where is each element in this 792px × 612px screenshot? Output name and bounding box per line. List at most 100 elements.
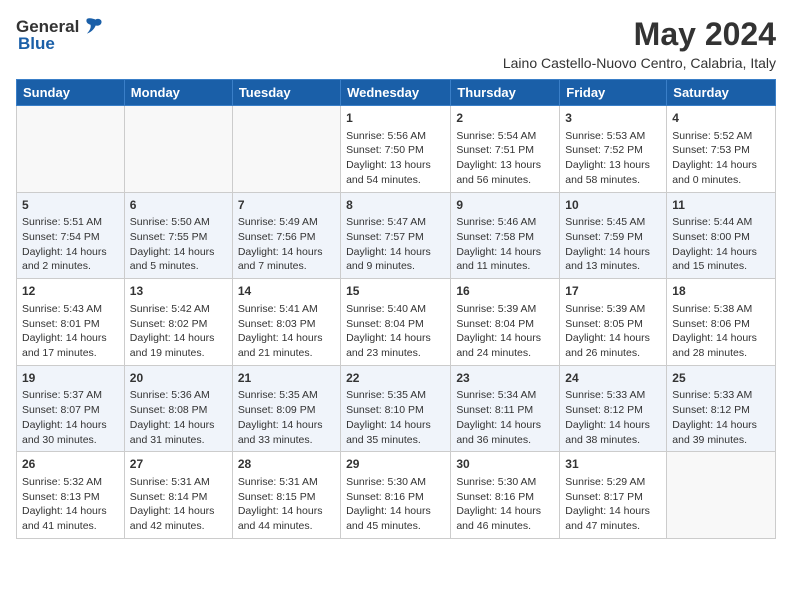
col-saturday: Saturday — [667, 80, 776, 106]
sunrise-text: Sunrise: 5:50 AM — [130, 215, 227, 230]
calendar-header-row: Sunday Monday Tuesday Wednesday Thursday… — [17, 80, 776, 106]
sunrise-text: Sunrise: 5:34 AM — [456, 388, 554, 403]
calendar-cell: 3Sunrise: 5:53 AMSunset: 7:52 PMDaylight… — [560, 106, 667, 193]
daylight-text: Daylight: 14 hours and 42 minutes. — [130, 504, 227, 533]
sunrise-text: Sunrise: 5:32 AM — [22, 475, 119, 490]
calendar-cell: 1Sunrise: 5:56 AMSunset: 7:50 PMDaylight… — [341, 106, 451, 193]
location-title: Laino Castello-Nuovo Centro, Calabria, I… — [503, 55, 776, 71]
day-number: 7 — [238, 197, 335, 214]
daylight-text: Daylight: 14 hours and 17 minutes. — [22, 331, 119, 360]
daylight-text: Daylight: 13 hours and 58 minutes. — [565, 158, 661, 187]
calendar-cell: 9Sunrise: 5:46 AMSunset: 7:58 PMDaylight… — [451, 192, 560, 279]
daylight-text: Daylight: 14 hours and 31 minutes. — [130, 418, 227, 447]
col-wednesday: Wednesday — [341, 80, 451, 106]
daylight-text: Daylight: 14 hours and 23 minutes. — [346, 331, 445, 360]
day-number: 22 — [346, 370, 445, 387]
month-title: May 2024 — [503, 16, 776, 53]
calendar-cell: 30Sunrise: 5:30 AMSunset: 8:16 PMDayligh… — [451, 452, 560, 539]
day-number: 20 — [130, 370, 227, 387]
daylight-text: Daylight: 13 hours and 54 minutes. — [346, 158, 445, 187]
calendar-cell: 12Sunrise: 5:43 AMSunset: 8:01 PMDayligh… — [17, 279, 125, 366]
sunrise-text: Sunrise: 5:39 AM — [456, 302, 554, 317]
sunrise-text: Sunrise: 5:49 AM — [238, 215, 335, 230]
sunrise-text: Sunrise: 5:30 AM — [346, 475, 445, 490]
calendar-cell: 16Sunrise: 5:39 AMSunset: 8:04 PMDayligh… — [451, 279, 560, 366]
daylight-text: Daylight: 14 hours and 15 minutes. — [672, 245, 770, 274]
sunset-text: Sunset: 8:05 PM — [565, 317, 661, 332]
sunrise-text: Sunrise: 5:47 AM — [346, 215, 445, 230]
daylight-text: Daylight: 14 hours and 5 minutes. — [130, 245, 227, 274]
day-number: 4 — [672, 110, 770, 127]
sunrise-text: Sunrise: 5:33 AM — [565, 388, 661, 403]
sunrise-text: Sunrise: 5:30 AM — [456, 475, 554, 490]
day-number: 31 — [565, 456, 661, 473]
calendar-cell — [17, 106, 125, 193]
calendar-cell: 20Sunrise: 5:36 AMSunset: 8:08 PMDayligh… — [124, 365, 232, 452]
col-monday: Monday — [124, 80, 232, 106]
daylight-text: Daylight: 14 hours and 13 minutes. — [565, 245, 661, 274]
calendar-cell: 25Sunrise: 5:33 AMSunset: 8:12 PMDayligh… — [667, 365, 776, 452]
sunrise-text: Sunrise: 5:39 AM — [565, 302, 661, 317]
day-number: 19 — [22, 370, 119, 387]
sunrise-text: Sunrise: 5:38 AM — [672, 302, 770, 317]
daylight-text: Daylight: 14 hours and 36 minutes. — [456, 418, 554, 447]
day-number: 18 — [672, 283, 770, 300]
daylight-text: Daylight: 13 hours and 56 minutes. — [456, 158, 554, 187]
day-number: 17 — [565, 283, 661, 300]
sunrise-text: Sunrise: 5:29 AM — [565, 475, 661, 490]
calendar-cell: 15Sunrise: 5:40 AMSunset: 8:04 PMDayligh… — [341, 279, 451, 366]
sunset-text: Sunset: 8:02 PM — [130, 317, 227, 332]
sunrise-text: Sunrise: 5:56 AM — [346, 129, 445, 144]
daylight-text: Daylight: 14 hours and 44 minutes. — [238, 504, 335, 533]
calendar-cell: 5Sunrise: 5:51 AMSunset: 7:54 PMDaylight… — [17, 192, 125, 279]
day-number: 9 — [456, 197, 554, 214]
sunset-text: Sunset: 8:12 PM — [565, 403, 661, 418]
day-number: 13 — [130, 283, 227, 300]
daylight-text: Daylight: 14 hours and 47 minutes. — [565, 504, 661, 533]
sunset-text: Sunset: 8:04 PM — [346, 317, 445, 332]
calendar-cell — [232, 106, 340, 193]
calendar-cell: 6Sunrise: 5:50 AMSunset: 7:55 PMDaylight… — [124, 192, 232, 279]
calendar-cell: 13Sunrise: 5:42 AMSunset: 8:02 PMDayligh… — [124, 279, 232, 366]
daylight-text: Daylight: 14 hours and 11 minutes. — [456, 245, 554, 274]
sunset-text: Sunset: 8:04 PM — [456, 317, 554, 332]
calendar-week-row: 19Sunrise: 5:37 AMSunset: 8:07 PMDayligh… — [17, 365, 776, 452]
sunset-text: Sunset: 8:11 PM — [456, 403, 554, 418]
day-number: 8 — [346, 197, 445, 214]
sunrise-text: Sunrise: 5:35 AM — [238, 388, 335, 403]
col-tuesday: Tuesday — [232, 80, 340, 106]
sunset-text: Sunset: 8:03 PM — [238, 317, 335, 332]
daylight-text: Daylight: 14 hours and 26 minutes. — [565, 331, 661, 360]
calendar-cell: 10Sunrise: 5:45 AMSunset: 7:59 PMDayligh… — [560, 192, 667, 279]
day-number: 11 — [672, 197, 770, 214]
sunrise-text: Sunrise: 5:53 AM — [565, 129, 661, 144]
sunrise-text: Sunrise: 5:31 AM — [238, 475, 335, 490]
sunset-text: Sunset: 7:59 PM — [565, 230, 661, 245]
day-number: 27 — [130, 456, 227, 473]
day-number: 29 — [346, 456, 445, 473]
sunrise-text: Sunrise: 5:35 AM — [346, 388, 445, 403]
calendar-cell: 21Sunrise: 5:35 AMSunset: 8:09 PMDayligh… — [232, 365, 340, 452]
day-number: 2 — [456, 110, 554, 127]
daylight-text: Daylight: 14 hours and 33 minutes. — [238, 418, 335, 447]
sunset-text: Sunset: 8:15 PM — [238, 490, 335, 505]
day-number: 10 — [565, 197, 661, 214]
calendar-cell: 28Sunrise: 5:31 AMSunset: 8:15 PMDayligh… — [232, 452, 340, 539]
calendar-cell: 23Sunrise: 5:34 AMSunset: 8:11 PMDayligh… — [451, 365, 560, 452]
daylight-text: Daylight: 14 hours and 41 minutes. — [22, 504, 119, 533]
sunrise-text: Sunrise: 5:33 AM — [672, 388, 770, 403]
sunrise-text: Sunrise: 5:45 AM — [565, 215, 661, 230]
sunset-text: Sunset: 7:52 PM — [565, 143, 661, 158]
logo-bird-icon — [81, 16, 103, 38]
sunrise-text: Sunrise: 5:43 AM — [22, 302, 119, 317]
col-thursday: Thursday — [451, 80, 560, 106]
calendar-week-row: 5Sunrise: 5:51 AMSunset: 7:54 PMDaylight… — [17, 192, 776, 279]
daylight-text: Daylight: 14 hours and 35 minutes. — [346, 418, 445, 447]
daylight-text: Daylight: 14 hours and 46 minutes. — [456, 504, 554, 533]
sunset-text: Sunset: 8:09 PM — [238, 403, 335, 418]
day-number: 26 — [22, 456, 119, 473]
sunset-text: Sunset: 8:01 PM — [22, 317, 119, 332]
sunset-text: Sunset: 8:12 PM — [672, 403, 770, 418]
calendar-cell: 2Sunrise: 5:54 AMSunset: 7:51 PMDaylight… — [451, 106, 560, 193]
sunset-text: Sunset: 7:56 PM — [238, 230, 335, 245]
